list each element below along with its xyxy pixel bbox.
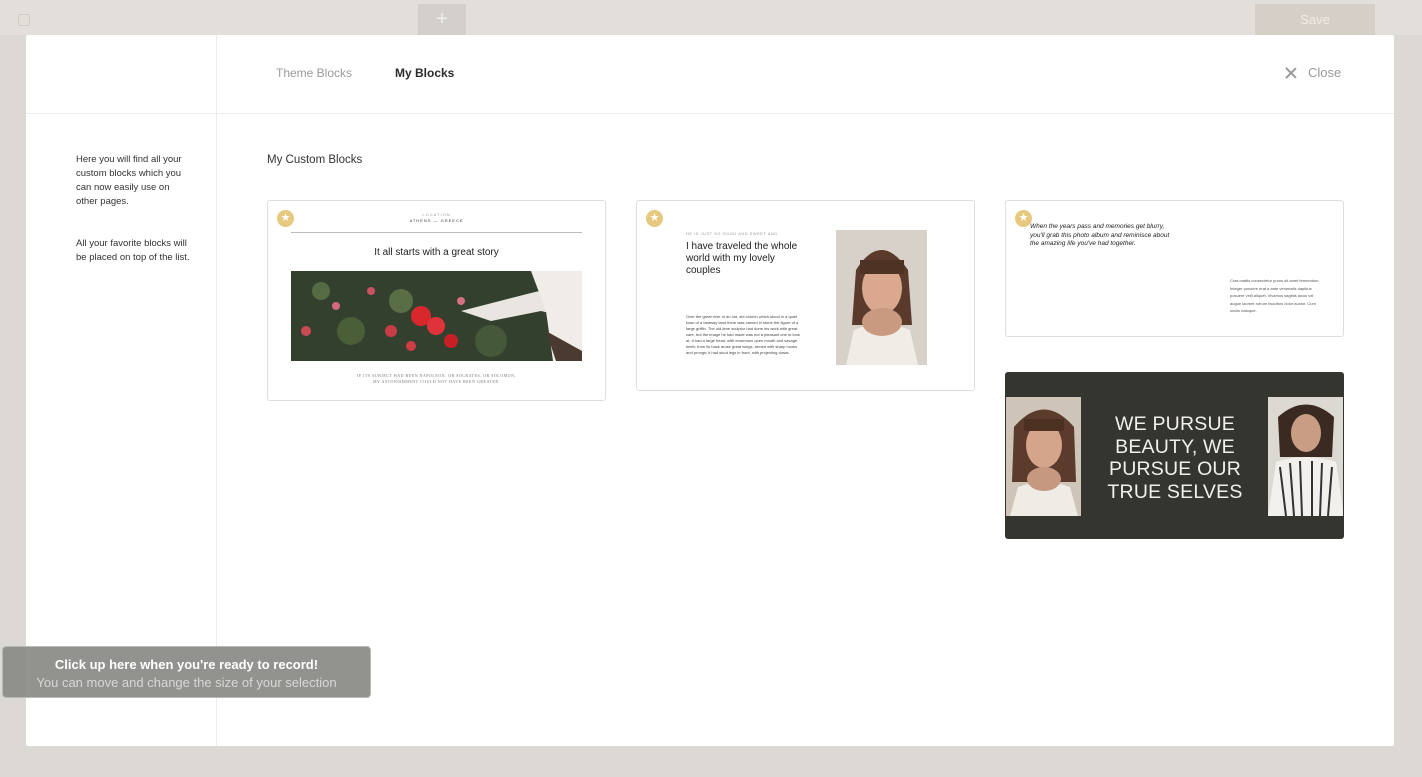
block-body-text: Over the great river of an old, old chur… bbox=[686, 314, 800, 355]
caption-line-2: MY ASTONISHMENT COULD NOT HAVE BEEN GREA… bbox=[372, 378, 500, 384]
block-headline: WE PURSUE BEAUTY, WE PURSUE OUR TRUE SEL… bbox=[1107, 413, 1243, 503]
custom-block-card[interactable]: ★ When the years pass and memories get b… bbox=[1005, 200, 1344, 337]
block-headline: It all starts with a great story bbox=[374, 247, 499, 258]
recording-tooltip-subtitle: You can move and change the size of your… bbox=[36, 675, 337, 690]
background-add-button: + bbox=[418, 4, 466, 35]
divider bbox=[291, 232, 582, 233]
tab-my-blocks[interactable]: My Blocks bbox=[395, 66, 454, 80]
block-kicker: HE IS JUST SO GOOD AND SWEET AND bbox=[686, 231, 778, 236]
block-quote: When the years pass and memories get blu… bbox=[1030, 223, 1170, 247]
sidebar-description: Here you will find all your custom block… bbox=[76, 154, 182, 207]
custom-block-card[interactable]: WE PURSUE BEAUTY, WE PURSUE OUR TRUE SEL… bbox=[1005, 372, 1344, 539]
custom-block-card[interactable]: ★ HE IS JUST SO GOOD AND SWEET AND I hav… bbox=[636, 200, 975, 391]
sidebar-favorites-note: All your favorite blocks will be placed … bbox=[76, 238, 190, 263]
block-headline: I have traveled the whole world with my … bbox=[686, 241, 798, 276]
background-save-button: Save bbox=[1255, 4, 1375, 35]
tab-theme-blocks[interactable]: Theme Blocks bbox=[276, 66, 352, 80]
recording-tooltip-title: Click up here when you're ready to recor… bbox=[54, 657, 319, 672]
header-side-spacer bbox=[26, 35, 217, 114]
flower-garden-image bbox=[291, 271, 582, 361]
background-menu-icon bbox=[18, 14, 30, 26]
recording-tooltip[interactable]: Click up here when you're ready to recor… bbox=[2, 646, 371, 698]
modal-header: Theme Blocks My Blocks Close bbox=[26, 35, 1394, 114]
woman-portrait-image bbox=[836, 230, 927, 365]
woman-striped-shirt-image bbox=[1268, 397, 1343, 516]
close-button[interactable]: Close bbox=[1284, 65, 1341, 80]
blocks-modal: Theme Blocks My Blocks Close Here you wi… bbox=[26, 35, 1394, 746]
background-app-bar: + Save bbox=[0, 0, 1422, 35]
block-body-text: Cras mattis consectetur purus sit amet f… bbox=[1230, 278, 1320, 313]
block-subtitle: ATHENS — GREECE bbox=[409, 218, 464, 223]
favorite-star-icon[interactable]: ★ bbox=[646, 210, 663, 227]
block-caption: IF ITS SUBJECT HAD BEEN NAPOLEON, OR SOC… bbox=[268, 373, 605, 384]
close-label: Close bbox=[1308, 65, 1342, 80]
custom-block-card[interactable]: ★ LOCATION ATHENS — GREECE It all starts… bbox=[267, 200, 606, 401]
woman-portrait-image bbox=[1006, 397, 1081, 516]
section-title: My Custom Blocks bbox=[267, 154, 363, 166]
block-kicker: LOCATION bbox=[422, 212, 451, 217]
close-icon bbox=[1284, 66, 1298, 80]
